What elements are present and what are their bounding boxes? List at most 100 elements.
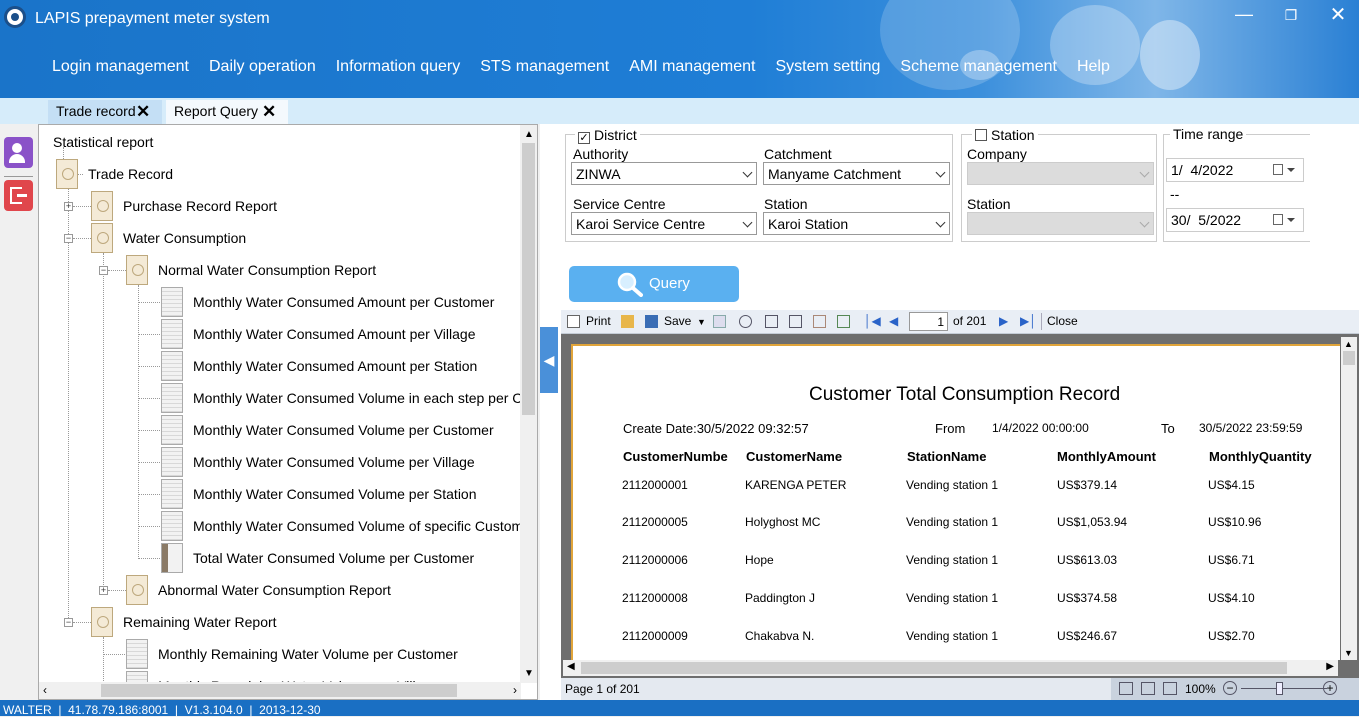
calendar-icon[interactable] bbox=[1273, 164, 1283, 175]
tree-report-item[interactable]: Monthly Water Consumed Amount per Statio… bbox=[193, 358, 477, 374]
scroll-left-icon[interactable]: ◀ bbox=[567, 661, 575, 672]
checkbox-icon[interactable]: ✓ bbox=[578, 132, 590, 144]
tree-report-item-selected[interactable]: Total Water Consumed Volume per Customer bbox=[193, 550, 474, 566]
tree-report-item[interactable]: Monthly Water Consumed Amount per Villag… bbox=[193, 326, 475, 342]
tree-report-item[interactable]: Monthly Water Consumed Volume per Custom… bbox=[193, 422, 494, 438]
collapse-icon[interactable]: − bbox=[99, 266, 108, 275]
zoom-in-icon[interactable]: + bbox=[1323, 681, 1337, 695]
email-icon[interactable] bbox=[713, 315, 726, 328]
scroll-up-icon[interactable]: ▲ bbox=[524, 129, 534, 140]
scroll-thumb[interactable] bbox=[101, 684, 457, 697]
authority-select[interactable]: ZINWA bbox=[571, 162, 757, 185]
layout-icon[interactable] bbox=[765, 315, 778, 328]
expand-icon[interactable]: + bbox=[99, 586, 108, 595]
station-select[interactable]: Karoi Station bbox=[763, 212, 950, 235]
tree-report-item[interactable]: Monthly Water Consumed Volume in each st… bbox=[193, 390, 537, 406]
scroll-right-icon[interactable]: › bbox=[513, 683, 517, 697]
tree-root[interactable]: Statistical report bbox=[53, 134, 153, 150]
district-checkbox[interactable]: ✓ District bbox=[575, 127, 640, 144]
tree-abnormal-consumption[interactable]: Abnormal Water Consumption Report bbox=[158, 582, 391, 598]
user-icon[interactable] bbox=[4, 137, 33, 168]
tree-normal-consumption[interactable]: Normal Water Consumption Report bbox=[158, 262, 376, 278]
menu-login-management[interactable]: Login management bbox=[52, 58, 189, 76]
close-report-button[interactable]: Close bbox=[1047, 314, 1078, 328]
page-setup-icon[interactable] bbox=[837, 315, 850, 328]
company-select[interactable] bbox=[967, 162, 1154, 185]
close-window-icon[interactable]: ✕ bbox=[1323, 2, 1353, 27]
last-page-icon[interactable]: ▶│ bbox=[1020, 314, 1037, 328]
tree-remaining-water[interactable]: Remaining Water Report bbox=[123, 614, 277, 630]
next-page-icon[interactable]: ▶ bbox=[999, 314, 1008, 328]
tree-trade-record[interactable]: Trade Record bbox=[88, 166, 173, 182]
page-input[interactable]: 1 bbox=[909, 312, 948, 331]
scroll-down-icon[interactable]: ▼ bbox=[524, 668, 534, 679]
zoom-icon[interactable] bbox=[789, 315, 802, 328]
tree-horizontal-scrollbar[interactable]: ‹ › bbox=[39, 682, 521, 699]
tree-report-item[interactable]: Monthly Water Consumed Volume per Villag… bbox=[193, 454, 475, 470]
first-page-icon[interactable]: │◀ bbox=[864, 314, 881, 328]
save-icon[interactable] bbox=[645, 315, 658, 328]
calendar-icon[interactable] bbox=[1273, 214, 1283, 225]
tab-report-query[interactable]: Report Query ✕ bbox=[166, 100, 288, 124]
catchment-select[interactable]: Manyame Catchment bbox=[763, 162, 950, 185]
station-group-checkbox[interactable]: Station bbox=[972, 127, 1038, 143]
collapse-panel-handle[interactable]: ◀ bbox=[540, 327, 558, 393]
tree-vertical-scrollbar[interactable]: ▲ ▼ bbox=[520, 125, 537, 683]
zoom-slider-thumb[interactable] bbox=[1276, 682, 1283, 695]
expand-icon[interactable]: + bbox=[64, 202, 73, 211]
menu-system-setting[interactable]: System setting bbox=[775, 58, 880, 76]
cell-monthly-amount: US$379.14 bbox=[1057, 478, 1118, 492]
multi-page-icon[interactable] bbox=[1141, 682, 1155, 695]
menu-information-query[interactable]: Information query bbox=[336, 58, 461, 76]
find-icon[interactable] bbox=[739, 315, 752, 328]
logout-icon[interactable] bbox=[4, 180, 33, 211]
open-icon[interactable] bbox=[621, 315, 634, 328]
report-vertical-scrollbar[interactable]: ▲ ▼ bbox=[1341, 337, 1357, 660]
scroll-thumb[interactable] bbox=[522, 143, 535, 415]
tree-report-item[interactable]: Monthly Water Consumed Volume per Statio… bbox=[193, 486, 477, 502]
dropdown-arrow-icon[interactable] bbox=[1287, 218, 1295, 222]
tree-report-item[interactable]: Monthly Water Consumed Amount per Custom… bbox=[193, 294, 494, 310]
tree-report-item[interactable]: Monthly Water Consumed Volume of specifi… bbox=[193, 518, 536, 534]
zoom-slider[interactable] bbox=[1241, 688, 1327, 689]
close-tab-icon[interactable]: ✕ bbox=[262, 102, 276, 122]
tab-trade-record[interactable]: Trade record ✕ bbox=[48, 100, 162, 124]
maximize-icon[interactable]: ❐ bbox=[1276, 7, 1306, 24]
service-centre-select[interactable]: Karoi Service Centre bbox=[571, 212, 757, 235]
scroll-up-icon[interactable]: ▲ bbox=[1344, 339, 1353, 349]
collapse-icon[interactable]: − bbox=[64, 234, 73, 243]
single-page-icon[interactable] bbox=[1119, 682, 1133, 695]
checkbox-icon[interactable] bbox=[975, 129, 987, 141]
save-dropdown-icon[interactable]: ▼ bbox=[697, 317, 706, 327]
menu-daily-operation[interactable]: Daily operation bbox=[209, 58, 316, 76]
print-icon[interactable] bbox=[567, 315, 580, 328]
station2-select[interactable] bbox=[967, 212, 1154, 235]
edit-icon[interactable] bbox=[813, 315, 826, 328]
scroll-thumb[interactable] bbox=[581, 662, 1287, 674]
minimize-icon[interactable]: — bbox=[1229, 4, 1259, 25]
scroll-thumb[interactable] bbox=[1343, 351, 1355, 365]
scroll-down-icon[interactable]: ▼ bbox=[1344, 648, 1353, 658]
dropdown-arrow-icon[interactable] bbox=[1287, 168, 1295, 172]
collapse-icon[interactable]: − bbox=[64, 618, 73, 627]
query-button[interactable]: Query bbox=[569, 266, 739, 302]
menu-help[interactable]: Help bbox=[1077, 58, 1110, 76]
prev-page-icon[interactable]: ◀ bbox=[889, 314, 898, 328]
catchment-label: Catchment bbox=[764, 146, 832, 162]
continuous-page-icon[interactable] bbox=[1163, 682, 1177, 695]
scroll-right-icon[interactable]: ▶ bbox=[1326, 661, 1334, 672]
menu-scheme-management[interactable]: Scheme management bbox=[900, 58, 1057, 76]
zoom-out-icon[interactable]: − bbox=[1223, 681, 1237, 695]
close-tab-icon[interactable]: ✕ bbox=[136, 102, 150, 122]
menu-sts-management[interactable]: STS management bbox=[480, 58, 609, 76]
menu-ami-management[interactable]: AMI management bbox=[629, 58, 755, 76]
scroll-left-icon[interactable]: ‹ bbox=[43, 683, 47, 697]
date-to-picker[interactable]: 30/ 5/2022 bbox=[1166, 208, 1304, 232]
date-from-picker[interactable]: 1/ 4/2022 bbox=[1166, 158, 1304, 182]
report-horizontal-scrollbar[interactable]: ◀ ▶ bbox=[563, 660, 1338, 676]
tree-report-item[interactable]: Monthly Remaining Water Volume per Custo… bbox=[158, 646, 458, 662]
tree-purchase-record[interactable]: Purchase Record Report bbox=[123, 198, 277, 214]
save-button[interactable]: Save bbox=[664, 314, 691, 328]
print-button[interactable]: Print bbox=[586, 314, 611, 328]
tree-water-consumption[interactable]: Water Consumption bbox=[123, 230, 246, 246]
